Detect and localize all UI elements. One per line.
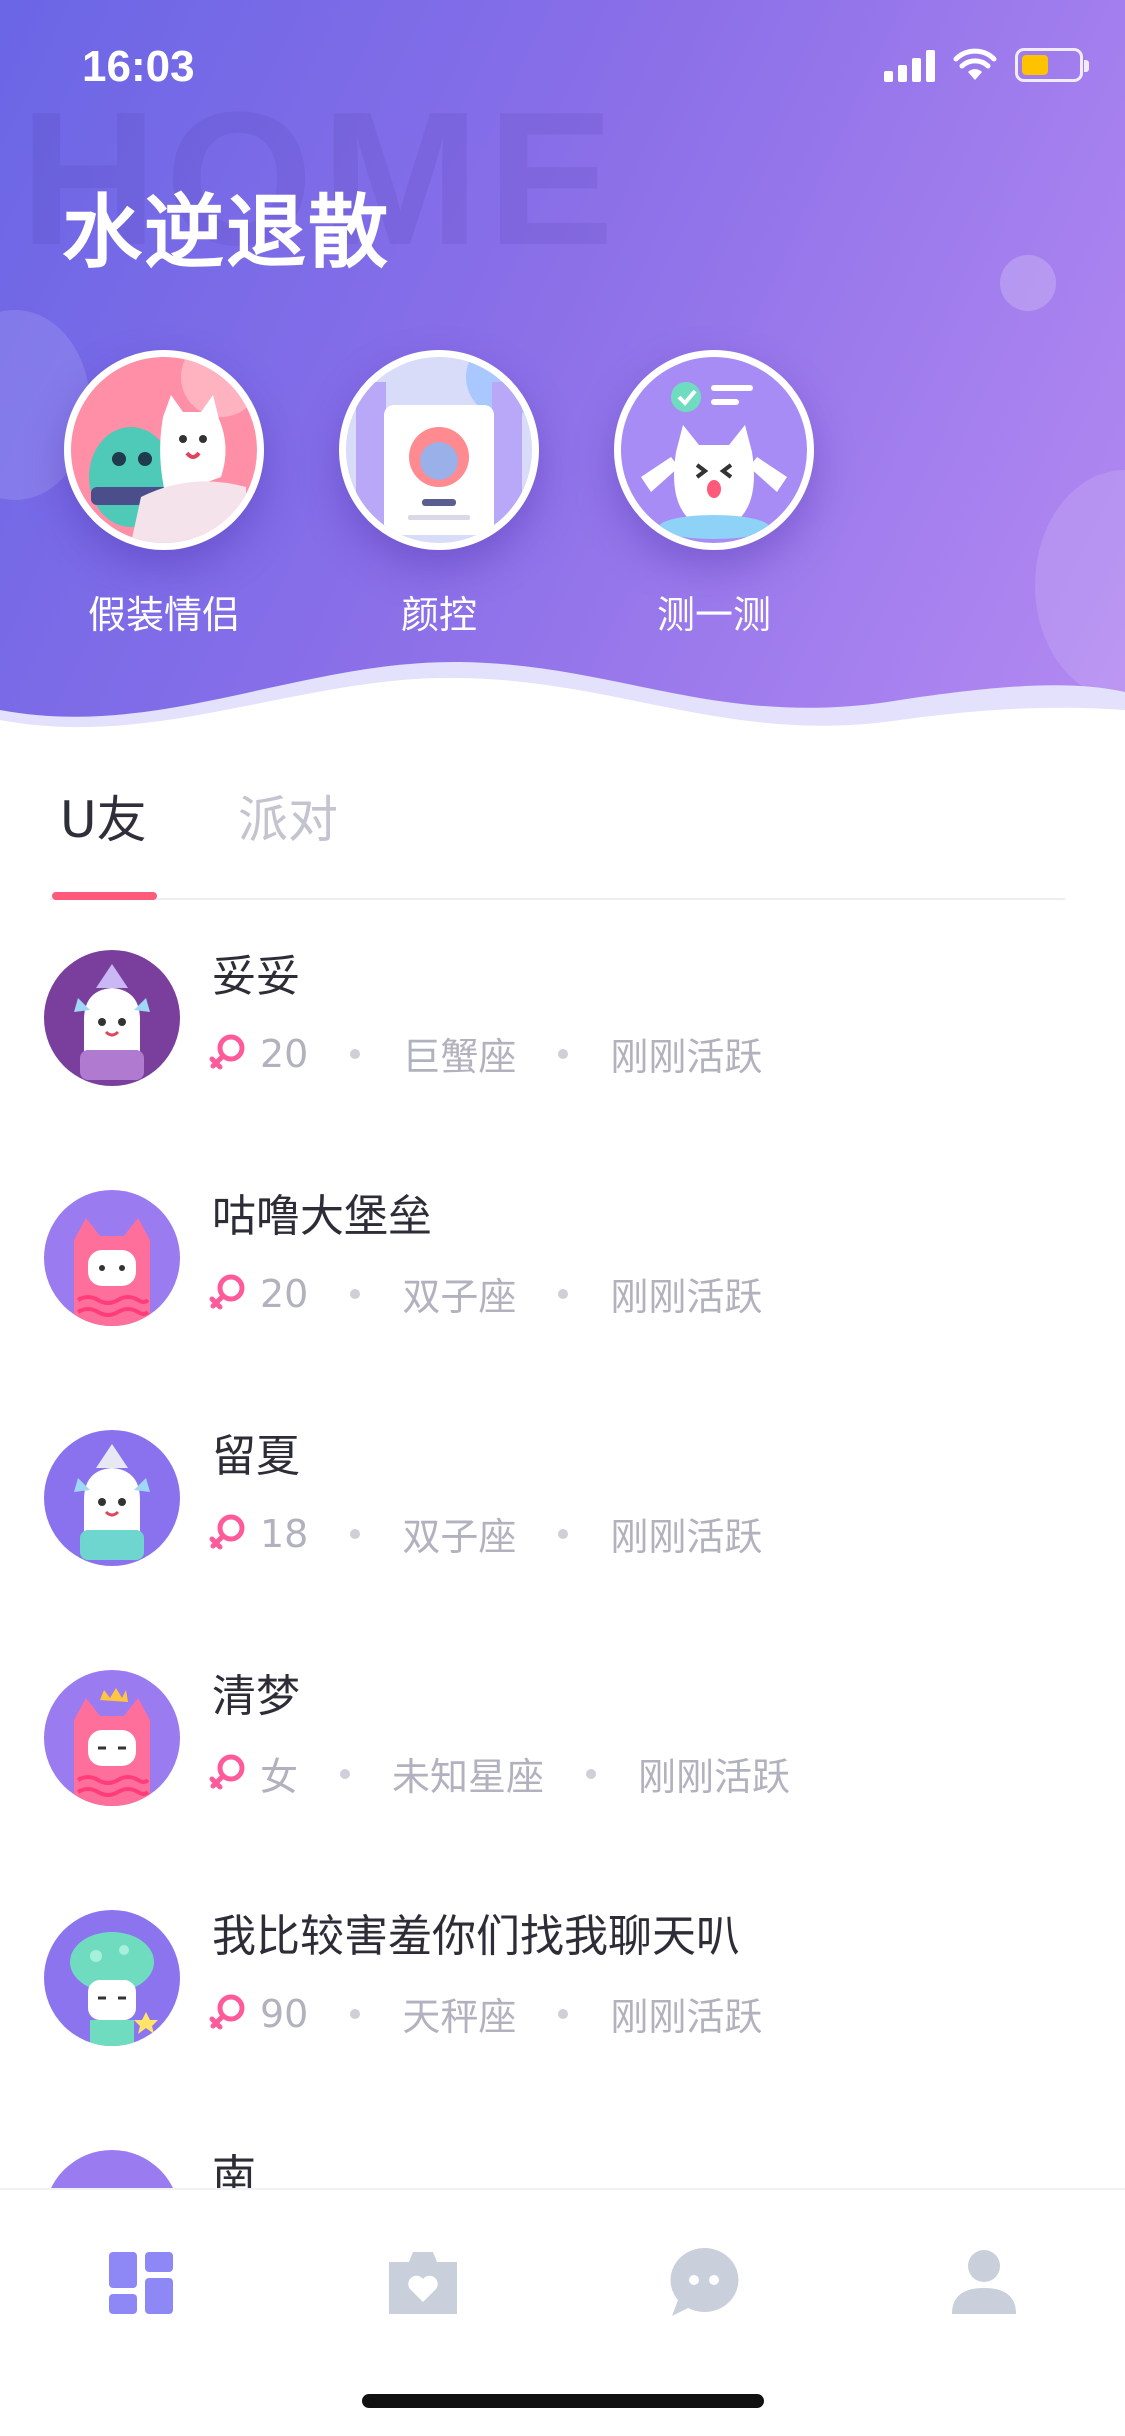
user-zodiac: 双子座 [402, 1275, 517, 1319]
user-activity-status: 刚刚活跃 [610, 1515, 763, 1559]
user-zodiac: 双子座 [402, 1515, 517, 1559]
cellular-signal-icon [884, 48, 935, 82]
separator-dot [558, 1528, 569, 1539]
user-list-item[interactable]: 留夏 18 双子座 刚刚活跃 [0, 1380, 1125, 1620]
user-age: 20 [260, 1031, 309, 1076]
user-avatar[interactable] [44, 1430, 180, 1566]
user-zodiac: 巨蟹座 [402, 1035, 517, 1079]
user-age: 女 [260, 1755, 299, 1799]
user-list-item[interactable]: 咕噜大堡垒 20 双子座 刚刚活跃 [0, 1140, 1125, 1380]
user-avatar[interactable] [44, 1910, 180, 2046]
quiz-cat-illustration-icon [621, 357, 807, 543]
user-list-item[interactable]: 我比较害羞你们找我聊天叭 90 天秤座 刚刚活跃 [0, 1860, 1125, 2100]
feature-looks[interactable]: 颜控 [329, 350, 549, 639]
user-list-item[interactable]: 妥妥 20 巨蟹座 刚刚活跃 [0, 900, 1125, 1140]
feature-test[interactable]: 测一测 [604, 350, 824, 639]
separator-dot [350, 1528, 361, 1539]
user-age: 20 [260, 1271, 309, 1316]
header-wave [0, 661, 1125, 770]
feature-label: 假装情侣 [87, 593, 240, 637]
home-indicator [362, 2394, 764, 2408]
tab-party[interactable]: 派对 [238, 780, 338, 852]
female-icon [209, 1514, 245, 1549]
user-avatar[interactable] [44, 1670, 180, 1806]
decor-circle [1000, 255, 1056, 311]
status-time: 16:03 [82, 42, 195, 91]
nav-moments[interactable] [383, 2242, 463, 2322]
user-meta: 90 天秤座 刚刚活跃 [208, 1986, 762, 2041]
feature-icon-ring [614, 350, 814, 550]
user-name: 咕噜大堡垒 [212, 1191, 432, 1242]
female-icon [209, 1754, 245, 1789]
feature-label: 测一测 [656, 593, 771, 637]
user-activity-status: 刚刚活跃 [610, 1995, 763, 2039]
feature-fake-couple[interactable]: 假装情侣 [54, 350, 274, 639]
photo-heart-icon [389, 2252, 457, 2314]
separator-dot [350, 1288, 361, 1299]
feature-icon-ring [339, 350, 539, 550]
feature-icon-ring [64, 350, 264, 550]
separator-dot [558, 1288, 569, 1299]
chat-bubble-icon [670, 2247, 739, 2316]
user-meta: 20 双子座 刚刚活跃 [208, 1266, 762, 1321]
female-icon [209, 1034, 245, 1069]
separator-dot [558, 2008, 569, 2019]
separator-dot [350, 1048, 361, 1059]
couple-illustration-icon [71, 357, 257, 543]
user-meta: 18 双子座 刚刚活跃 [208, 1506, 762, 1561]
user-activity-status: 刚刚活跃 [610, 1035, 763, 1079]
tab-bar: U友 派对 [50, 780, 1065, 900]
separator-dot [558, 1048, 569, 1059]
user-activity-status: 刚刚活跃 [638, 1755, 791, 1799]
user-age: 18 [260, 1511, 309, 1556]
battery-icon [1015, 48, 1089, 82]
user-meta: 20 巨蟹座 刚刚活跃 [208, 1026, 762, 1081]
status-bar: 16:03 [0, 0, 1125, 140]
user-list-item[interactable]: 清梦 女 未知星座 刚刚活跃 [0, 1620, 1125, 1860]
user-avatar[interactable] [44, 950, 180, 1086]
user-zodiac: 未知星座 [392, 1755, 545, 1799]
user-name: 留夏 [212, 1431, 300, 1482]
user-name: 妥妥 [212, 951, 300, 1002]
female-icon [209, 1994, 245, 2029]
dashboard-icon [109, 2252, 173, 2314]
profile-card-illustration-icon [346, 357, 532, 543]
separator-dot [340, 1768, 351, 1779]
profile-icon [952, 2250, 1016, 2314]
active-tab-indicator [52, 892, 157, 900]
nav-messages[interactable] [664, 2242, 744, 2322]
female-icon [209, 1274, 245, 1309]
wifi-icon [953, 48, 997, 80]
nav-home[interactable] [101, 2242, 181, 2322]
app-screen: HOME 16:03 水逆退散 假装情侣 颜控 测一测 U友 派对 妥妥 20 … [0, 0, 1125, 2436]
separator-dot [586, 1768, 597, 1779]
user-meta: 女 未知星座 刚刚活跃 [208, 1746, 790, 1801]
user-activity-status: 刚刚活跃 [610, 1275, 763, 1319]
status-icons [884, 48, 1089, 82]
user-name: 清梦 [212, 1671, 300, 1722]
separator-dot [350, 2008, 361, 2019]
nav-profile[interactable] [944, 2242, 1024, 2322]
user-age: 90 [260, 1991, 309, 2036]
user-avatar[interactable] [44, 1190, 180, 1326]
user-name: 我比较害羞你们找我聊天叭 [212, 1911, 740, 1962]
tab-u-friends[interactable]: U友 [60, 780, 147, 852]
page-title: 水逆退散 [62, 186, 390, 279]
user-zodiac: 天秤座 [402, 1995, 517, 2039]
feature-label: 颜控 [400, 593, 477, 637]
